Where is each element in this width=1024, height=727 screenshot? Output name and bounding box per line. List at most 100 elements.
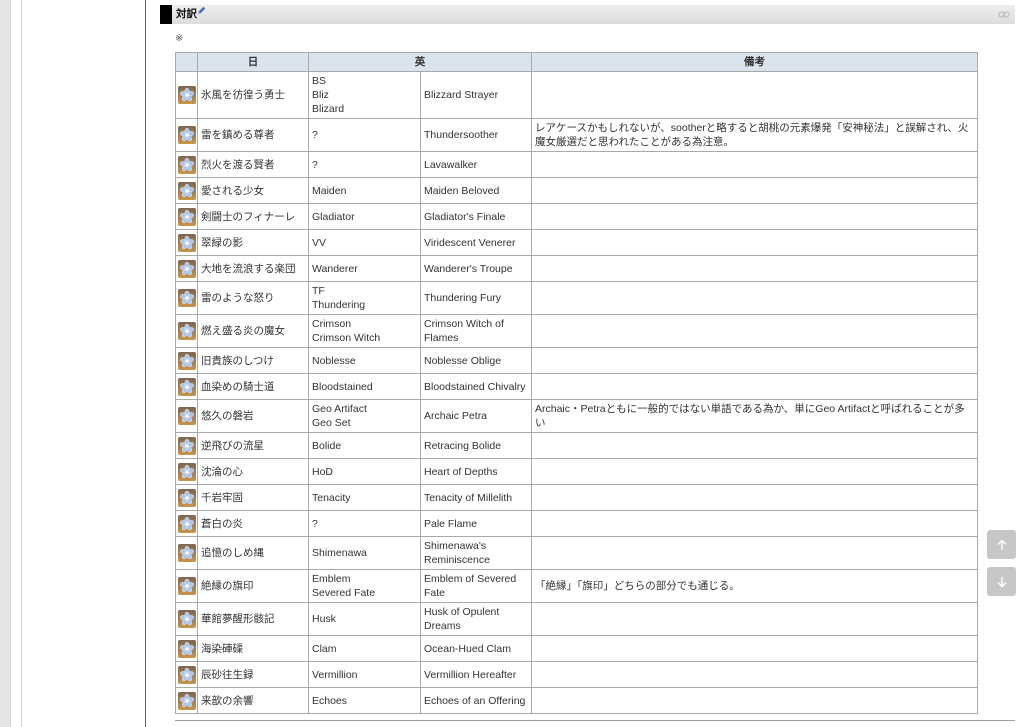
note-cell [531,203,978,230]
icon-cell [175,255,198,282]
link-icon[interactable] [998,10,1010,19]
scroll-to-top-button[interactable] [987,530,1016,559]
header-icon-cell [175,52,198,72]
abbreviation-cell: Emblem Severed Fate [308,569,421,603]
icon-cell [175,281,198,315]
artifact-icon[interactable] [178,436,196,455]
abbreviation: ? [312,129,318,141]
artifact-icon[interactable] [178,544,196,562]
abbreviation-cell: Noblesse [308,347,421,374]
english-name-cell: Thundersoother [420,118,532,152]
note-cell [531,484,978,511]
note-cell [531,635,978,662]
abbreviation-cell: Crimson Crimson Witch [308,314,421,348]
artifact-icon[interactable] [178,462,196,481]
artifact-icon[interactable] [178,233,196,252]
note-cell [531,347,978,374]
artifact-icon[interactable] [178,639,196,658]
artifact-icon[interactable] [178,514,196,533]
artifact-icon[interactable] [178,377,196,396]
abbreviation-cell: Shimenawa [308,536,421,570]
english-name-cell: Emblem of Severed Fate [420,569,532,603]
pencil-icon[interactable] [197,6,206,15]
abbreviation-cell: VV [308,229,421,256]
english-name-cell: Thundering Fury [420,281,532,315]
arrow-up-icon [997,539,1006,550]
artifact-icon[interactable] [178,488,196,507]
table-header-row: 日 英 備考 [175,52,978,72]
abbreviation: Blizard [312,103,345,115]
artifact-icon[interactable] [178,259,196,278]
artifact-icon[interactable] [178,691,196,710]
icon-cell [175,229,198,256]
japanese-name-cell: 烈火を渡る賢者 [197,151,309,178]
abbreviation: TF [312,285,325,297]
icon-cell [175,118,198,152]
table-row: 雷のような怒り TF Thundering Thundering Fury [175,281,978,315]
icon-cell [175,510,198,537]
abbreviation-cell: Vermillion [308,661,421,688]
japanese-name-cell: 血染めの騎士道 [197,373,309,400]
note-mark: ※ [175,33,184,44]
artifact-icon[interactable] [178,155,196,174]
artifact-icon[interactable] [178,351,196,370]
note-cell [531,510,978,537]
artifact-icon[interactable] [178,665,196,684]
japanese-name-cell: 沈淪の心 [197,458,309,485]
japanese-name-cell: 華館夢醒形骸記 [197,602,309,636]
icon-cell [175,177,198,204]
english-name-cell: Shimenawa's Reminiscence [420,536,532,570]
abbreviation-cell: Maiden [308,177,421,204]
table-row: 愛される少女 Maiden Maiden Beloved [175,177,978,204]
abbreviation: Noblesse [312,354,356,367]
table-row: 翠緑の影 VV Viridescent Venerer [175,229,978,256]
artifact-icon[interactable] [178,610,196,628]
scroll-to-bottom-button[interactable] [987,567,1016,596]
abbreviation: Shimenawa [312,547,367,559]
japanese-name-cell: 翠緑の影 [197,229,309,256]
artifact-icon[interactable] [178,181,196,200]
abbreviation: Vermillion [312,668,358,681]
table-row: 逆飛びの流星 Bolide Retracing Bolide [175,432,978,459]
japanese-name-cell: 絶縁の旗印 [197,569,309,603]
artifact-icon[interactable] [178,289,196,307]
artifact-icon[interactable] [178,322,196,340]
japanese-name-cell: 蒼白の炎 [197,510,309,537]
table-row: 剣闘士のフィナーレ Gladiator Gladiator's Finale [175,203,978,230]
note-cell [531,373,978,400]
table-row: 雷を鎮める尊者? Thundersoother レアケースかもしれないが、sooth… [175,118,978,152]
icon-cell [175,151,198,178]
icon-cell [175,635,198,662]
note-cell [531,71,978,119]
artifact-icon[interactable] [178,577,196,595]
icon-cell [175,484,198,511]
japanese-name-cell: 大地を流浪する楽団 [197,255,309,282]
artifact-icon[interactable] [178,86,196,104]
abbreviation-cell: Gladiator [308,203,421,230]
abbreviation: Geo Set [312,417,351,429]
english-name-cell: Heart of Depths [420,458,532,485]
icon-cell [175,347,198,374]
table-row: 千岩牢固 Tenacity Tenacity of Millelith [175,484,978,511]
artifact-icon[interactable] [178,407,196,425]
abbreviation: Emblem [312,573,351,585]
artifact-icon[interactable] [178,207,196,226]
abbreviation: Echoes [312,694,348,707]
header-note: 備考 [531,52,978,72]
japanese-name-cell: 逆飛びの流星 [197,432,309,459]
japanese-name-cell: 海染硨磲 [197,635,309,662]
note-cell [531,661,978,688]
note-cell [531,151,978,178]
note-cell: レアケースかもしれないが、sootherと略すると胡桃の元素爆発「安神秘法」と誤… [531,118,978,152]
japanese-name-cell: 雷を鎮める尊者 [197,118,309,152]
abbreviation-cell: Bloodstained [308,373,421,400]
artifact-icon[interactable] [178,126,196,144]
note-cell [531,229,978,256]
english-name-cell: Pale Flame [420,510,532,537]
abbreviation: Bolide [312,439,342,452]
japanese-name-cell: 辰砂往生録 [197,661,309,688]
note-cell [531,536,978,570]
left-margin [0,0,11,727]
abbreviation: Tenacity [312,491,351,504]
english-name-cell: Tenacity of Millelith [420,484,532,511]
